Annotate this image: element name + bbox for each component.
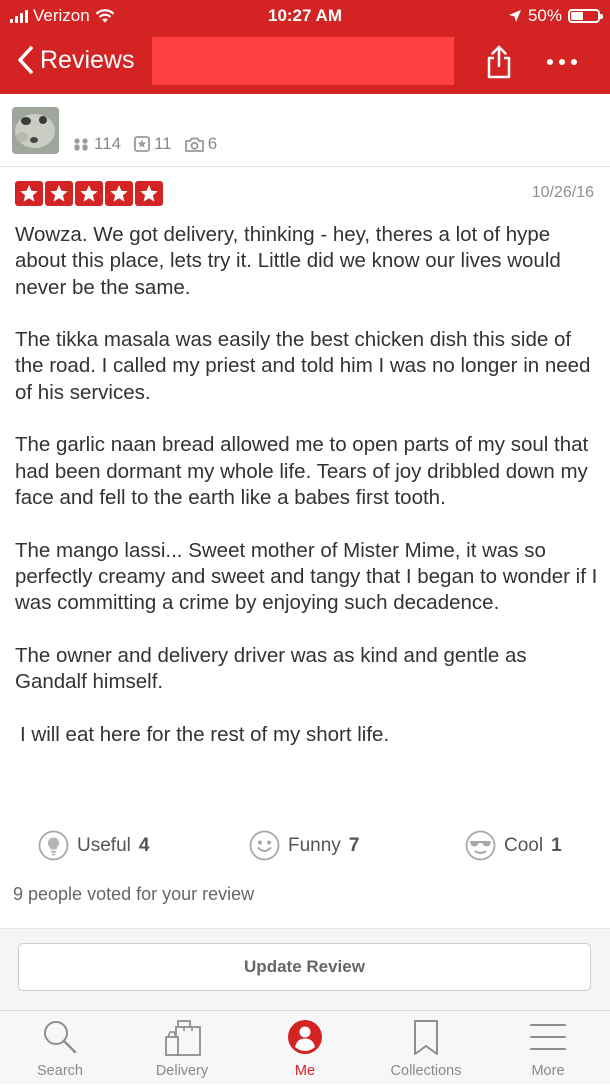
- cool-count: 1: [551, 834, 562, 856]
- funny-label: Funny: [288, 834, 341, 856]
- more-options-icon[interactable]: [542, 45, 582, 79]
- votes-summary: 9 people voted for your review: [13, 884, 255, 904]
- status-bar: Verizon 10:27 AM 50%: [0, 0, 610, 33]
- tab-bar: Search Delivery Me Collections More: [0, 1010, 610, 1084]
- friend-count: 114: [94, 134, 122, 153]
- user-header: 114 11 6: [0, 94, 610, 167]
- review-date: 10/26/16: [531, 184, 594, 201]
- tab-more[interactable]: More: [488, 1011, 608, 1085]
- avatar[interactable]: [12, 107, 59, 154]
- tab-me-label: Me: [294, 1063, 316, 1079]
- back-label: Reviews: [40, 45, 135, 74]
- useful-vote-button[interactable]: Useful 4: [38, 830, 149, 861]
- rating-star-icon: [45, 181, 73, 206]
- funny-count: 7: [348, 834, 360, 856]
- tab-me[interactable]: Me: [245, 1011, 365, 1085]
- camera-icon: [184, 137, 204, 152]
- review-paragraph: Wowza. We got delivery, thinking - hey, …: [15, 223, 561, 299]
- tab-delivery-label: Delivery: [155, 1063, 209, 1079]
- chevron-left-icon: [18, 46, 33, 74]
- rating-star-icon: [15, 181, 43, 206]
- share-icon[interactable]: [482, 44, 516, 80]
- review-paragraph: The mango lassi... Sweet mother of Miste…: [15, 538, 598, 615]
- cool-label: Cool: [504, 834, 544, 856]
- photo-count: 6: [207, 134, 218, 153]
- sunglasses-face-icon: [465, 830, 496, 861]
- review-count: 11: [154, 134, 172, 153]
- review-paragraph: The garlic naan bread allowed me to open…: [15, 433, 589, 509]
- nav-title-redacted: [152, 37, 454, 85]
- useful-label: Useful: [77, 834, 131, 856]
- review-paragraph: I will eat here for the rest of my short…: [20, 722, 390, 746]
- review-paragraph: The tikka masala was easily the best chi…: [15, 328, 591, 404]
- review-body: Wowza. We got delivery, thinking - hey, …: [15, 222, 600, 774]
- battery-icon: [568, 9, 603, 23]
- status-right: 50%: [508, 6, 603, 26]
- rating-star-icon: [135, 181, 163, 206]
- battery-fill: [571, 12, 583, 20]
- update-review-button[interactable]: Update Review: [18, 943, 591, 991]
- tab-collections-label: Collections: [390, 1063, 462, 1079]
- location-arrow-icon: [508, 10, 521, 22]
- rating-star-icon: [75, 181, 103, 206]
- battery-percent: 50%: [527, 6, 562, 25]
- avatar-image: [12, 107, 59, 154]
- cool-vote-button[interactable]: Cool 1: [465, 830, 562, 861]
- delivery-bag-icon: [165, 1020, 201, 1056]
- friends-icon: [74, 138, 88, 151]
- bookmark-icon: [414, 1020, 438, 1055]
- search-icon: [44, 1021, 77, 1054]
- lightbulb-icon: [38, 830, 69, 861]
- useful-count: 4: [138, 834, 150, 856]
- menu-icon: [530, 1024, 566, 1050]
- tab-search[interactable]: Search: [0, 1011, 120, 1085]
- review-star-icon: [134, 136, 151, 152]
- funny-vote-button[interactable]: Funny 7: [249, 830, 359, 861]
- star-rating: [15, 181, 163, 206]
- smiley-icon: [249, 830, 280, 861]
- user-stats: 114 11 6: [72, 134, 217, 154]
- review-paragraph: The owner and delivery driver was as kin…: [15, 643, 527, 694]
- tab-search-label: Search: [37, 1063, 83, 1079]
- profile-icon: [288, 1020, 322, 1054]
- tab-more-label: More: [531, 1063, 565, 1079]
- rating-star-icon: [105, 181, 133, 206]
- back-button[interactable]: Reviews: [16, 45, 134, 75]
- tab-collections[interactable]: Collections: [366, 1011, 486, 1085]
- nav-bar: Reviews: [0, 33, 610, 94]
- tab-delivery[interactable]: Delivery: [122, 1011, 242, 1085]
